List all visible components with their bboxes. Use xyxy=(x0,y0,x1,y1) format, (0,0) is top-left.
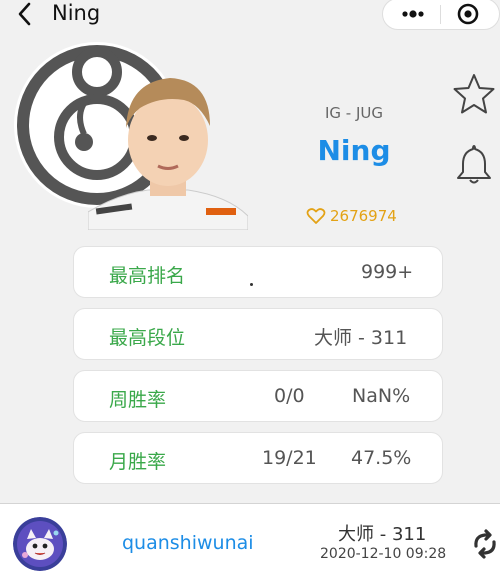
star-icon[interactable] xyxy=(452,72,496,116)
top-bar: Ning xyxy=(0,0,500,30)
stat-label: 最高排名 xyxy=(109,265,186,287)
stat-card-highest-rank: 最高排名 999+ xyxy=(73,246,443,298)
username-link[interactable]: quanshiwunai xyxy=(122,532,254,554)
refresh-icon[interactable] xyxy=(470,528,500,560)
user-bar: quanshiwunai 大师 - 311 2020-12-10 09:28 xyxy=(0,504,500,576)
player-name: Ning xyxy=(317,134,391,167)
heart-icon xyxy=(306,208,326,224)
stat-value: 大师 - 311 xyxy=(314,327,408,349)
update-time: 2020-12-10 09:28 xyxy=(320,546,447,562)
stat-record: 19/21 xyxy=(262,447,317,469)
stat-label: 最高段位 xyxy=(109,327,186,349)
stat-record: 0/0 xyxy=(274,385,305,407)
avatar[interactable] xyxy=(13,517,67,571)
stat-value: 47.5% xyxy=(351,447,412,469)
stat-card-monthly-winrate: 月胜率 19/21 47.5% xyxy=(73,432,443,484)
stat-card-weekly-winrate: 周胜率 0/0 NaN% xyxy=(73,370,443,422)
stat-value: NaN% xyxy=(352,385,411,407)
player-photo xyxy=(87,70,249,231)
stat-card-highest-tier: 最高段位 大师 - 311 xyxy=(73,308,443,360)
more-icon[interactable] xyxy=(396,0,430,29)
target-icon[interactable] xyxy=(451,0,485,29)
likes-value: 2676974 xyxy=(330,207,397,225)
user-rank: 大师 - 311 xyxy=(338,524,427,545)
bell-icon[interactable] xyxy=(454,142,494,186)
mini-program-capsule xyxy=(382,0,500,30)
team-role: IG - JUG xyxy=(324,104,384,122)
stat-label: 周胜率 xyxy=(109,389,167,411)
stat-label: 月胜率 xyxy=(109,451,167,473)
likes-count[interactable]: 2676974 xyxy=(306,207,397,225)
back-icon[interactable] xyxy=(14,0,36,28)
stat-value: 999+ xyxy=(361,261,414,283)
page-title: Ning xyxy=(52,1,101,25)
capsule-divider xyxy=(440,5,441,24)
dot-mark xyxy=(250,283,253,286)
